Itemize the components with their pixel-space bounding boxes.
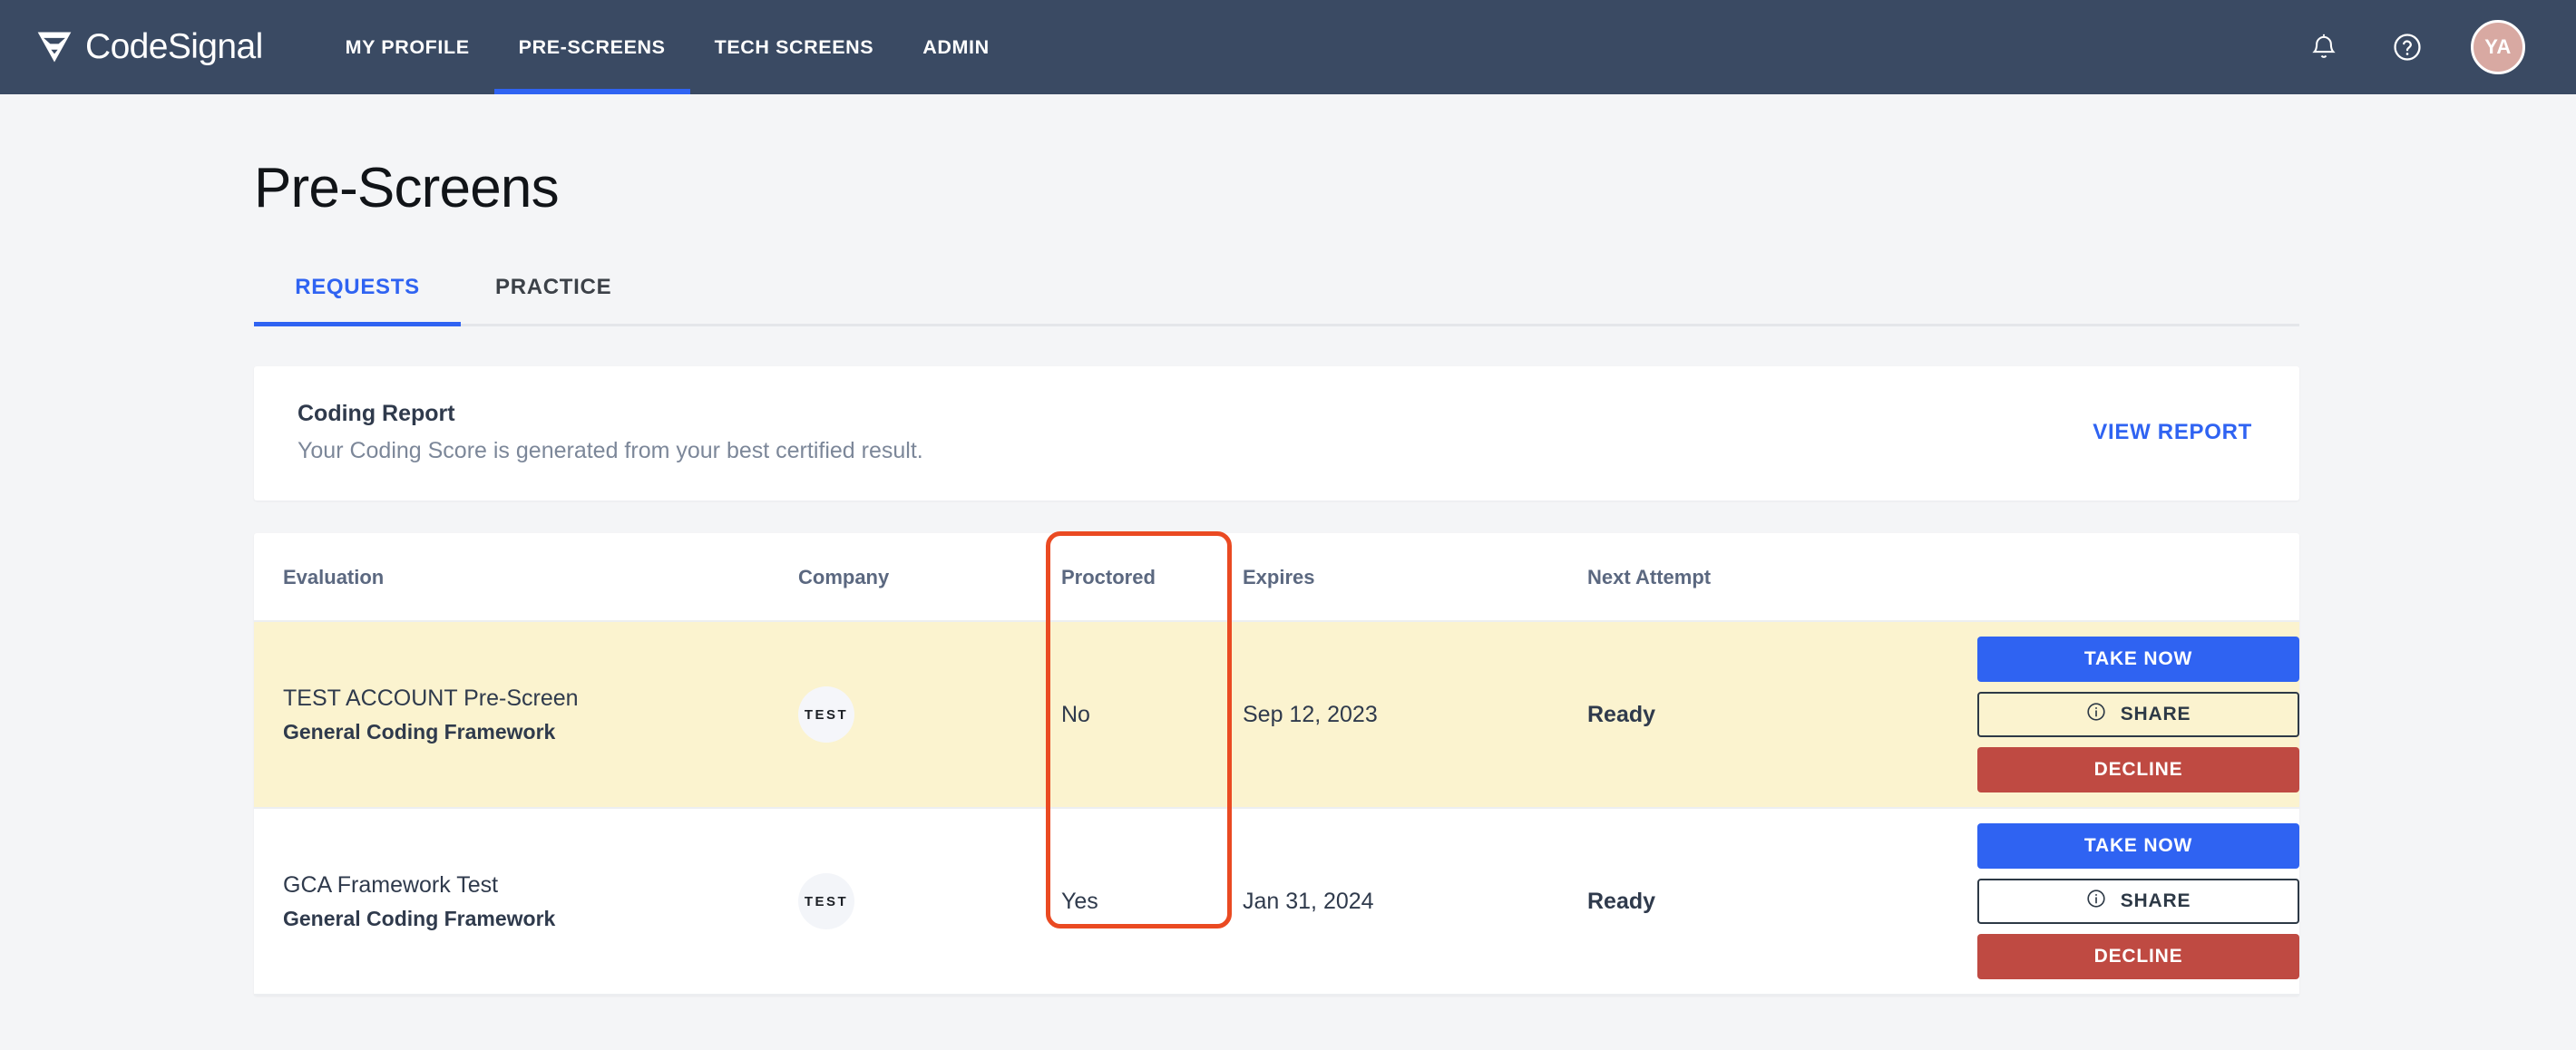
nav-link-admin[interactable]: ADMIN: [898, 0, 1013, 94]
nav-right-controls: YA: [2304, 20, 2525, 74]
cell-expires: Jan 31, 2024: [1243, 808, 1587, 995]
evaluation-framework: General Coding Framework: [283, 720, 798, 744]
take-now-button[interactable]: TAKE NOW: [1977, 823, 2299, 869]
cell-proctored: Yes: [1061, 808, 1243, 995]
main-nav: MY PROFILE PRE-SCREENS TECH SCREENS ADMI…: [321, 0, 1014, 94]
share-button-label: SHARE: [2121, 890, 2191, 912]
column-header-proctored: Proctored: [1061, 533, 1243, 621]
codesignal-logo-icon: [34, 27, 74, 67]
tab-requests[interactable]: REQUESTS: [254, 275, 461, 324]
company-logo: TEST: [798, 686, 854, 743]
cell-proctored: No: [1061, 621, 1243, 808]
question-circle-icon[interactable]: [2387, 27, 2427, 67]
next-attempt-status: Ready: [1587, 889, 1655, 914]
info-circle-icon: [2086, 702, 2106, 727]
table-header: Evaluation Company Proctored Expires Nex…: [254, 533, 2299, 621]
column-header-company: Company: [798, 533, 1061, 621]
column-header-actions: [1977, 533, 2299, 621]
evaluations-table: Evaluation Company Proctored Expires Nex…: [254, 533, 2299, 996]
take-now-button[interactable]: TAKE NOW: [1977, 637, 2299, 682]
row-action-group: TAKE NOW SHARE: [1977, 622, 2299, 807]
nav-link-pre-screens[interactable]: PRE-SCREENS: [494, 0, 690, 94]
next-attempt-status: Ready: [1587, 702, 1655, 727]
cell-next-attempt: Ready: [1587, 808, 1977, 995]
cell-company: TEST: [798, 808, 1061, 995]
evaluation-name: GCA Framework Test: [283, 872, 798, 899]
coding-report-text: Coding Report Your Coding Score is gener…: [298, 401, 923, 464]
decline-button[interactable]: DECLINE: [1977, 934, 2299, 979]
evaluations-table-container: Evaluation Company Proctored Expires Nex…: [254, 533, 2299, 996]
page-content: Pre-Screens REQUESTS PRACTICE Coding Rep…: [0, 156, 2576, 996]
evaluation-framework: General Coding Framework: [283, 907, 798, 931]
column-header-evaluation: Evaluation: [254, 533, 798, 621]
coding-report-title: Coding Report: [298, 401, 923, 427]
cell-next-attempt: Ready: [1587, 621, 1977, 808]
cell-actions: TAKE NOW SHARE: [1977, 621, 2299, 808]
nav-link-my-profile[interactable]: MY PROFILE: [321, 0, 494, 94]
share-button[interactable]: SHARE: [1977, 692, 2299, 737]
company-logo: TEST: [798, 873, 854, 929]
evaluation-name: TEST ACCOUNT Pre-Screen: [283, 685, 798, 712]
cell-company: TEST: [798, 621, 1061, 808]
coding-report-card: Coding Report Your Coding Score is gener…: [254, 366, 2299, 501]
table-row[interactable]: TEST ACCOUNT Pre-Screen General Coding F…: [254, 621, 2299, 808]
row-action-group: TAKE NOW SHARE: [1977, 809, 2299, 994]
table-body: TEST ACCOUNT Pre-Screen General Coding F…: [254, 621, 2299, 995]
view-report-button[interactable]: VIEW REPORT: [2093, 420, 2252, 445]
tab-practice[interactable]: PRACTICE: [461, 275, 611, 324]
share-button-label: SHARE: [2121, 704, 2191, 725]
nav-link-tech-screens[interactable]: TECH SCREENS: [690, 0, 899, 94]
cell-actions: TAKE NOW SHARE: [1977, 808, 2299, 995]
avatar[interactable]: YA: [2471, 20, 2525, 74]
table-header-row: Evaluation Company Proctored Expires Nex…: [254, 533, 2299, 621]
coding-report-subtitle: Your Coding Score is generated from your…: [298, 438, 923, 464]
page-title: Pre-Screens: [254, 156, 2576, 220]
table-row[interactable]: GCA Framework Test General Coding Framew…: [254, 808, 2299, 995]
tab-bar: REQUESTS PRACTICE: [254, 275, 2299, 326]
cell-expires: Sep 12, 2023: [1243, 621, 1587, 808]
bell-icon[interactable]: [2304, 27, 2344, 67]
decline-button[interactable]: DECLINE: [1977, 747, 2299, 792]
info-circle-icon: [2086, 889, 2106, 914]
column-header-next-attempt: Next Attempt: [1587, 533, 1977, 621]
brand-name: CodeSignal: [85, 27, 263, 67]
cell-evaluation: TEST ACCOUNT Pre-Screen General Coding F…: [254, 621, 798, 808]
share-button[interactable]: SHARE: [1977, 879, 2299, 924]
brand-logo-link[interactable]: CodeSignal: [34, 27, 263, 67]
column-header-expires: Expires: [1243, 533, 1587, 621]
top-navigation-bar: CodeSignal MY PROFILE PRE-SCREENS TECH S…: [0, 0, 2576, 94]
cell-evaluation: GCA Framework Test General Coding Framew…: [254, 808, 798, 995]
